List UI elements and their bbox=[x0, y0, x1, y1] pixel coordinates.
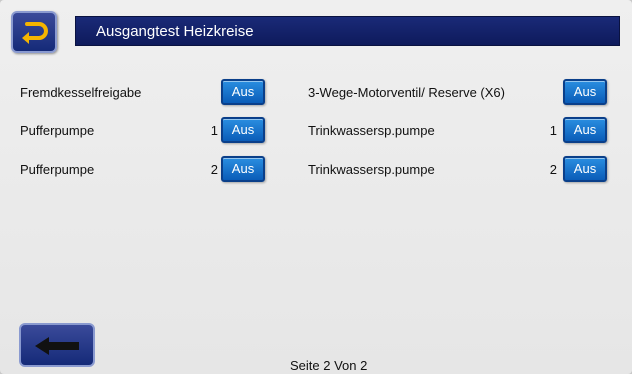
screen: Ausgangtest Heizkreise Fremdkesselfreiga… bbox=[0, 0, 632, 374]
row-index: 2 bbox=[210, 162, 218, 177]
back-button[interactable] bbox=[19, 323, 95, 367]
row-label-pufferpumpe-2: Pufferpumpe bbox=[20, 162, 95, 177]
page-indicator: Seite 2 Von 2 bbox=[290, 358, 368, 373]
home-button[interactable] bbox=[11, 11, 57, 53]
row-label-trinkwassersp-pumpe-2: Trinkwassersp.pumpe bbox=[308, 162, 435, 177]
toggle-motorventil[interactable]: Aus bbox=[563, 79, 607, 105]
row-label-motorventil: 3-Wege-Motorventil/ Reserve (X6) bbox=[308, 85, 505, 100]
row-index: 1 bbox=[549, 123, 557, 138]
toggle-fremdkesselfreigabe[interactable]: Aus bbox=[221, 79, 265, 105]
toggle-trinkwassersp-pumpe-1[interactable]: Aus bbox=[563, 117, 607, 143]
title-bar: Ausgangtest Heizkreise bbox=[75, 16, 620, 46]
row-label-fremdkesselfreigabe: Fremdkesselfreigabe bbox=[20, 85, 142, 100]
arrow-left-icon bbox=[35, 337, 79, 355]
page-title: Ausgangtest Heizkreise bbox=[96, 23, 254, 40]
toggle-trinkwassersp-pumpe-2[interactable]: Aus bbox=[563, 156, 607, 182]
row-label-trinkwassersp-pumpe-1: Trinkwassersp.pumpe bbox=[308, 123, 435, 138]
row-label-pufferpumpe-1: Pufferpumpe bbox=[20, 123, 95, 138]
row-index: 1 bbox=[210, 123, 218, 138]
toggle-pufferpumpe-2[interactable]: Aus bbox=[221, 156, 265, 182]
row-index: 2 bbox=[549, 162, 557, 177]
toggle-pufferpumpe-1[interactable]: Aus bbox=[221, 117, 265, 143]
return-arrow-icon bbox=[22, 22, 48, 44]
